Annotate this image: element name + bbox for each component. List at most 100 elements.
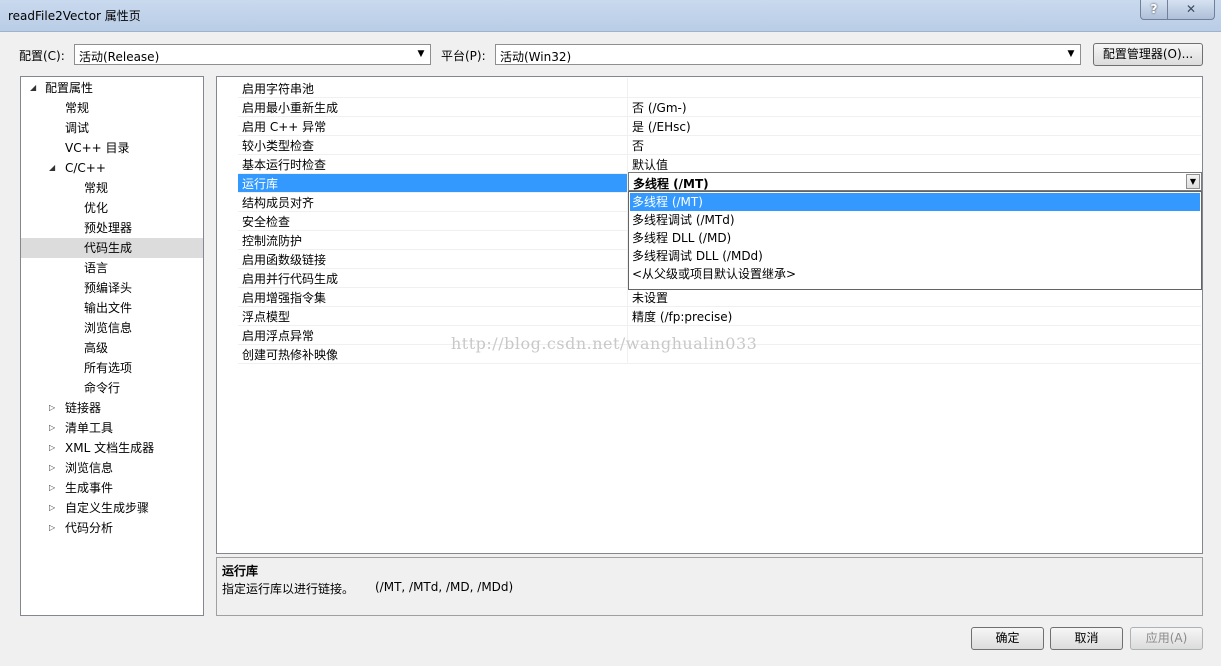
property-value: 否 (/Gm-) <box>632 101 687 115</box>
runtime-library-dropdown[interactable]: 多线程 (/MT) 多线程调试 (/MTd) 多线程 DLL (/MD) 多线程调试 … <box>628 191 1202 290</box>
property-value: 是 (/EHsc) <box>632 120 691 134</box>
tree-item-label: 常规 <box>84 181 109 195</box>
property-grid[interactable]: 创建可热修补映像 启用浮点异常 浮点模型 精度 (/fp:precise) 启用增强指令… <box>216 76 1203 554</box>
tree-item[interactable]: 预处理器 <box>21 218 203 238</box>
tree-item-label: 预处理器 <box>84 221 133 235</box>
config-select[interactable]: 活动(Release) ▼ <box>74 44 431 65</box>
description-switches: (/MT, /MTd, /MD, /MDd) <box>375 580 514 594</box>
close-button[interactable]: ✕ <box>1167 0 1215 20</box>
collapse-arrow-icon[interactable]: ◢ <box>49 158 59 178</box>
dropdown-option[interactable]: 多线程调试 (/MTd) <box>630 211 1200 229</box>
expand-arrow-icon[interactable]: ▷ <box>49 438 59 458</box>
tree-item[interactable]: 优化 <box>21 198 203 218</box>
tree-item[interactable]: 代码生成 <box>21 238 203 258</box>
tree-item[interactable]: ▷ XML 文档生成器 <box>21 438 203 458</box>
tree-item[interactable]: ▷ 浏览信息 <box>21 458 203 478</box>
apply-button[interactable]: 应用(A) <box>1130 627 1203 650</box>
runtime-library-editor[interactable]: 多线程 (/MT) ▼ <box>628 172 1202 191</box>
tree-item[interactable]: 浏览信息 <box>21 318 203 338</box>
expand-arrow-icon[interactable]: ▷ <box>49 518 59 538</box>
tree-item[interactable]: 语言 <box>21 258 203 278</box>
description-text: 指定运行库以进行链接。 <box>222 582 355 596</box>
selection-highlight <box>238 173 627 192</box>
tree-item-label: 语言 <box>84 261 109 275</box>
tree-item[interactable]: ▷ 链接器 <box>21 398 203 418</box>
property-name: 控制流防护 <box>242 234 303 248</box>
dropdown-option[interactable]: 多线程调试 DLL (/MDd) <box>630 247 1200 265</box>
chevron-down-icon[interactable]: ▼ <box>1186 174 1200 189</box>
property-row[interactable]: 启用最小重新生成 否 (/Gm-) <box>238 97 1201 117</box>
column-divider <box>627 116 628 135</box>
property-name: 基本运行时检查 <box>242 158 327 172</box>
tree-item[interactable]: 调试 <box>21 118 203 138</box>
property-row[interactable]: 基本运行时检查 默认值 <box>238 154 1201 174</box>
tree-item[interactable]: 所有选项 <box>21 358 203 378</box>
tree-item-label: 配置属性 <box>45 81 94 95</box>
expand-arrow-icon[interactable]: ▷ <box>49 458 59 478</box>
property-row[interactable]: 启用 C++ 异常 是 (/EHsc) <box>238 116 1201 136</box>
tree-item-label: 高级 <box>84 341 109 355</box>
tree-item[interactable]: 输出文件 <box>21 298 203 318</box>
collapse-arrow-icon[interactable]: ◢ <box>30 78 40 98</box>
tree-item-label: 所有选项 <box>84 361 133 375</box>
property-name: 启用并行代码生成 <box>242 272 339 286</box>
expand-arrow-icon[interactable]: ▷ <box>49 478 59 498</box>
property-tree[interactable]: ◢ 配置属性 常规 调试 VC++ 目录 ◢ C/C++ 常规 优化 预处理器 代码生成 语言 预编译头… <box>20 76 204 616</box>
tree-item-label: 清单工具 <box>65 421 114 435</box>
property-pages-dialog: 配置(C): 活动(Release) ▼ 平台(P): 活动(Win32) ▼ … <box>0 32 1221 666</box>
tree-item[interactable]: ▷ 清单工具 <box>21 418 203 438</box>
property-name: 安全检查 <box>242 215 291 229</box>
expand-arrow-icon[interactable]: ▷ <box>49 398 59 418</box>
tree-item-label: 链接器 <box>65 401 102 415</box>
platform-select[interactable]: 活动(Win32) ▼ <box>495 44 1081 65</box>
tree-item-label: 调试 <box>65 121 90 135</box>
help-button[interactable]: ? <box>1140 0 1168 20</box>
tree-item[interactable]: ▷ 自定义生成步骤 <box>21 498 203 518</box>
property-value: 精度 (/fp:precise) <box>632 310 733 324</box>
property-row[interactable]: 启用字符串池 <box>238 78 1201 98</box>
tree-item[interactable]: 常规 <box>21 98 203 118</box>
tree-item[interactable]: ▷ 生成事件 <box>21 478 203 498</box>
tree-item[interactable]: ◢ C/C++ <box>21 158 203 178</box>
column-divider <box>627 135 628 154</box>
cancel-button[interactable]: 取消 <box>1050 627 1123 650</box>
property-name: 启用字符串池 <box>242 82 315 96</box>
tree-item-label: 代码分析 <box>65 521 114 535</box>
property-name: 启用函数级链接 <box>242 253 327 267</box>
dropdown-option[interactable]: 多线程 (/MT) <box>630 193 1200 211</box>
property-value: 否 <box>632 139 645 153</box>
property-name: 启用 C++ 异常 <box>242 120 327 134</box>
expand-arrow-icon[interactable]: ▷ <box>49 498 59 518</box>
watermark: http://blog.csdn.net/wanghualin033 <box>451 334 758 353</box>
property-name: 创建可热修补映像 <box>242 348 339 362</box>
tree-item[interactable]: 常规 <box>21 178 203 198</box>
dropdown-option[interactable]: 多线程 DLL (/MD) <box>630 229 1200 247</box>
tree-item[interactable]: ◢ 配置属性 <box>21 78 203 98</box>
dropdown-option[interactable]: <从父级或项目默认设置继承> <box>630 265 1200 283</box>
tree-item[interactable]: 命令行 <box>21 378 203 398</box>
ok-button[interactable]: 确定 <box>971 627 1044 650</box>
expand-arrow-icon[interactable]: ▷ <box>49 418 59 438</box>
tree-item-label: 优化 <box>84 201 109 215</box>
tree-item[interactable]: 预编译头 <box>21 278 203 298</box>
property-row[interactable]: 浮点模型 精度 (/fp:precise) <box>238 306 1201 326</box>
runtime-library-value: 多线程 (/MT) <box>633 177 709 191</box>
tree-item-label: 代码生成 <box>84 241 133 255</box>
property-name: 启用浮点异常 <box>242 329 315 343</box>
tree-item[interactable]: ▷ 代码分析 <box>21 518 203 538</box>
tree-item[interactable]: 高级 <box>21 338 203 358</box>
property-name: 结构成员对齐 <box>242 196 315 210</box>
platform-label: 平台(P): <box>441 49 486 63</box>
config-manager-button[interactable]: 配置管理器(O)... <box>1093 43 1203 66</box>
chevron-down-icon: ▼ <box>417 49 425 59</box>
property-name: 启用增强指令集 <box>242 291 327 305</box>
tree-item-label: VC++ 目录 <box>65 141 130 155</box>
property-row[interactable]: 较小类型检查 否 <box>238 135 1201 155</box>
chevron-down-icon: ▼ <box>1067 49 1075 59</box>
tree-item-label: 常规 <box>65 101 90 115</box>
platform-value: 活动(Win32) <box>500 50 572 64</box>
property-value: 默认值 <box>632 158 669 172</box>
tree-item-label: XML 文档生成器 <box>65 441 155 455</box>
property-row[interactable]: 启用增强指令集 未设置 <box>238 287 1201 307</box>
tree-item[interactable]: VC++ 目录 <box>21 138 203 158</box>
